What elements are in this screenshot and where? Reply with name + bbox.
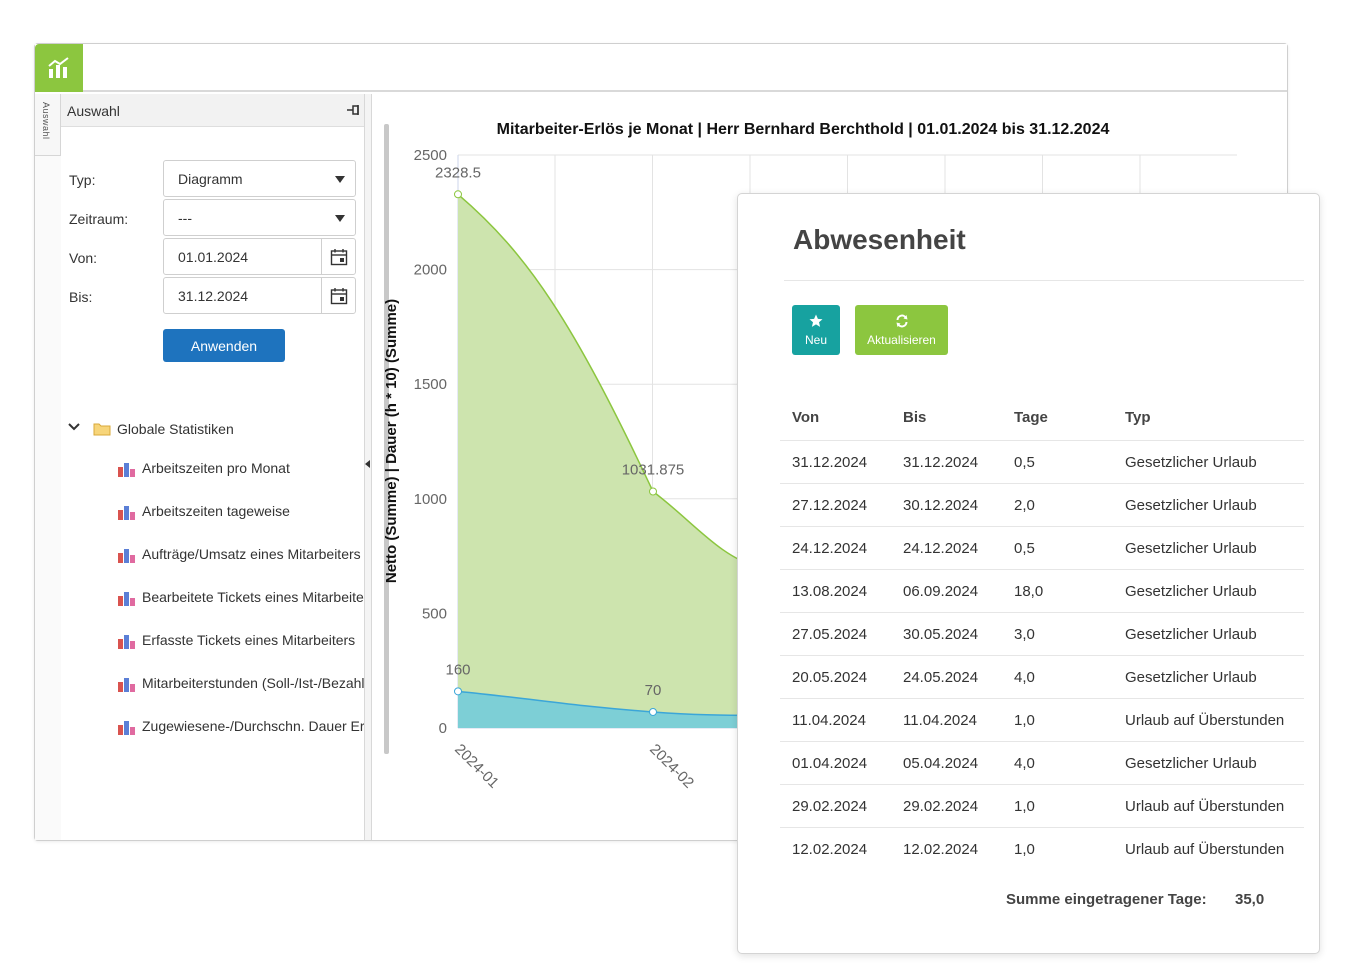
cell-tage: 3,0: [1014, 626, 1035, 643]
cell-von: 11.04.2024: [792, 712, 866, 729]
cell-bis: 11.04.2024: [903, 712, 977, 729]
cell-typ: Gesetzlicher Urlaub: [1125, 497, 1257, 514]
data-label: 1031.875: [622, 461, 685, 478]
column-header-typ[interactable]: Typ: [1125, 409, 1151, 426]
sum-value: 35,0: [1235, 891, 1265, 908]
table-row[interactable]: 13.08.2024 06.09.2024 18,0 Gesetzlicher Url…: [780, 569, 1304, 612]
data-label: 70: [645, 682, 662, 699]
star-icon: [809, 314, 823, 327]
cell-bis: 05.04.2024: [903, 755, 979, 772]
table-row[interactable]: 11.04.2024 11.04.2024 1,0 Urlaub auf Überst…: [780, 698, 1304, 741]
chart-areas: [454, 190, 761, 728]
cell-von: 12.02.2024: [792, 841, 868, 858]
cell-tage: 0,5: [1014, 540, 1035, 557]
cell-typ: Urlaub auf Überstunden: [1125, 841, 1285, 858]
cell-bis: 29.02.2024: [903, 798, 979, 815]
cell-typ: Gesetzlicher Urlaub: [1125, 669, 1257, 686]
cell-von: 24.12.2024: [792, 540, 868, 557]
cell-von: 01.04.2024: [792, 755, 868, 772]
cell-typ: Gesetzlicher Urlaub: [1125, 583, 1257, 600]
table-row[interactable]: 27.05.2024 30.05.2024 3,0 Gesetzlicher Urla…: [780, 612, 1304, 655]
cell-bis: 30.05.2024: [903, 626, 979, 643]
area-series-1: [458, 194, 760, 728]
cell-von: 29.02.2024: [792, 798, 868, 815]
table-row[interactable]: 12.02.2024 12.02.2024 1,0 Urlaub auf Überst…: [780, 827, 1304, 870]
cell-bis: 24.05.2024: [903, 669, 979, 686]
table-row[interactable]: 31.12.2024 31.12.2024 0,5 Gesetzlicher Urla…: [780, 440, 1304, 483]
cell-von: 31.12.2024: [792, 454, 868, 471]
divider: [784, 280, 1304, 281]
cell-von: 13.08.2024: [792, 583, 868, 600]
cell-bis: 24.12.2024: [903, 540, 979, 557]
column-header-von[interactable]: Von: [792, 409, 819, 426]
cell-typ: Gesetzlicher Urlaub: [1125, 755, 1257, 772]
x-tick-label: 2024-01: [451, 741, 502, 792]
data-point: [454, 190, 462, 199]
cell-tage: 1,0: [1014, 841, 1035, 858]
y-tick-label: 500: [422, 605, 447, 622]
cell-von: 27.05.2024: [792, 626, 868, 643]
column-header-bis[interactable]: Bis: [903, 409, 926, 426]
cell-bis: 31.12.2024: [903, 454, 979, 471]
cell-tage: 0,5: [1014, 454, 1035, 471]
table-row[interactable]: 24.12.2024 24.12.2024 0,5 Gesetzlicher Urla…: [780, 526, 1304, 569]
chart-title: Mitarbeiter-Erlös je Monat | Herr Bernha…: [497, 121, 1110, 138]
neu-button[interactable]: Neu: [792, 305, 840, 355]
table-row[interactable]: 29.02.2024 29.02.2024 1,0 Urlaub auf Überst…: [780, 784, 1304, 827]
data-point: [649, 707, 657, 716]
sum-label: Summe eingetragener Tage:: [1006, 891, 1207, 908]
cell-typ: Gesetzlicher Urlaub: [1125, 626, 1257, 643]
refresh-icon: [896, 314, 907, 328]
x-tick-label: 2024-02: [646, 741, 697, 792]
table-row[interactable]: 20.05.2024 24.05.2024 4,0 Gesetzlicher Urla…: [780, 655, 1304, 698]
chart-y-axis-label: Netto (Summe) | Dauer (h * 10) (Summe): [383, 299, 400, 583]
y-tick-label: 1500: [414, 376, 447, 393]
cell-typ: Gesetzlicher Urlaub: [1125, 454, 1257, 471]
data-point: [454, 687, 462, 696]
y-tick-label: 2500: [414, 147, 447, 164]
aktualisieren-button[interactable]: Aktualisieren: [855, 305, 948, 355]
cell-tage: 4,0: [1014, 755, 1035, 772]
cell-tage: 4,0: [1014, 669, 1035, 686]
y-tick-label: 1000: [414, 491, 447, 508]
column-header-tage[interactable]: Tage: [1014, 409, 1048, 426]
cell-tage: 1,0: [1014, 712, 1035, 729]
absence-table: Von Bis Tage Typ 31.12.2024 31.12.2024 0,5…: [780, 395, 1304, 870]
y-tick-label: 0: [439, 720, 447, 737]
cell-tage: 1,0: [1014, 798, 1035, 815]
cell-von: 20.05.2024: [792, 669, 868, 686]
cell-tage: 2,0: [1014, 497, 1035, 514]
cell-bis: 06.09.2024: [903, 583, 979, 600]
data-label: 2328.5: [435, 164, 481, 181]
cell-typ: Gesetzlicher Urlaub: [1125, 540, 1257, 557]
cell-bis: 12.02.2024: [903, 841, 979, 858]
table-row[interactable]: 27.12.2024 30.12.2024 2,0 Gesetzlicher Urla…: [780, 483, 1304, 526]
cell-von: 27.12.2024: [792, 497, 868, 514]
cell-tage: 18,0: [1014, 583, 1044, 600]
cell-typ: Urlaub auf Überstunden: [1125, 712, 1285, 729]
data-point: [649, 487, 657, 496]
y-tick-label: 2000: [414, 262, 447, 279]
cell-typ: Urlaub auf Überstunden: [1125, 798, 1285, 815]
table-row[interactable]: 01.04.2024 05.04.2024 4,0 Gesetzlicher Urla…: [780, 741, 1304, 784]
cell-bis: 30.12.2024: [903, 497, 979, 514]
neu-label: Neu: [804, 333, 827, 347]
dialog-title: Abwesenheit: [793, 224, 966, 255]
aktualisieren-label: Aktualisieren: [867, 333, 936, 347]
data-label: 160: [445, 661, 470, 678]
abwesenheit-dialog: Abwesenheit Neu Aktualisieren Von Bis Ta…: [737, 193, 1320, 954]
table-header: Von Bis Tage Typ: [780, 395, 1304, 440]
